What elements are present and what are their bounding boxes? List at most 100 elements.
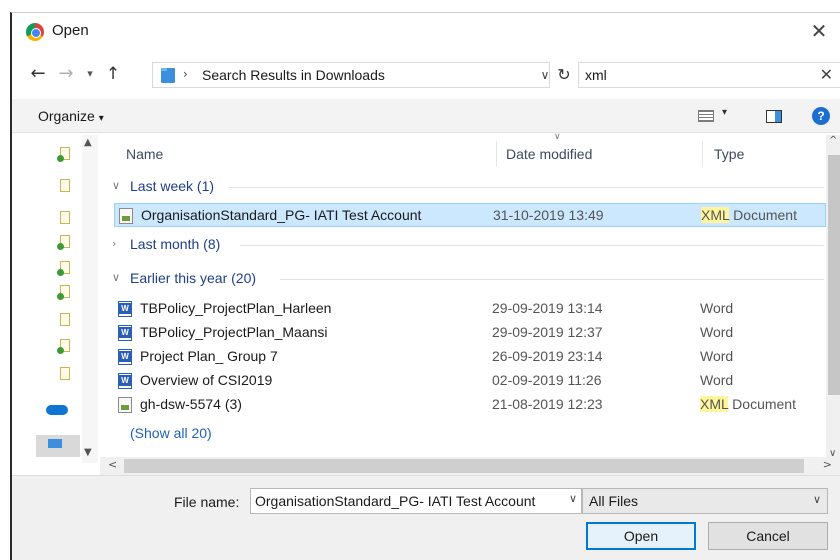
file-list-vertical-scrollbar[interactable]: ^ ∨ bbox=[826, 135, 840, 459]
file-type: Word bbox=[700, 372, 733, 388]
nav-file-synced-icon[interactable] bbox=[57, 339, 70, 354]
file-date: 29-09-2019 12:37 bbox=[492, 324, 603, 340]
file-type-rest: Word bbox=[700, 300, 734, 316]
nav-file-icon[interactable] bbox=[60, 211, 70, 224]
word-file-icon bbox=[118, 349, 132, 365]
nav-file-icon[interactable] bbox=[60, 179, 70, 192]
file-date: 02-09-2019 11:26 bbox=[492, 372, 602, 388]
file-name: Project Plan_ Group 7 bbox=[140, 348, 278, 364]
file-row[interactable]: Overview of CSI2019 02-09-2019 11:26 Wor… bbox=[114, 369, 826, 393]
column-header-name[interactable]: Name bbox=[126, 146, 163, 162]
nav-file-synced-icon[interactable] bbox=[57, 235, 70, 250]
title-bar: Open ✕ bbox=[12, 13, 840, 49]
file-type-match: XML bbox=[701, 207, 730, 223]
group-expanded-chevron-icon: ∨ bbox=[112, 271, 121, 284]
file-date: 29-09-2019 13:14 bbox=[492, 300, 603, 316]
file-type-selected: All Files bbox=[589, 493, 639, 509]
organize-caret-icon: ▾ bbox=[98, 113, 104, 124]
help-icon[interactable]: ? bbox=[812, 107, 830, 125]
file-name-field[interactable]: OrganisationStandard_PG- IATI Test Accou… bbox=[250, 488, 582, 514]
file-row-selected[interactable]: OrganisationStandard_PG- IATI Test Accou… bbox=[114, 203, 826, 227]
file-date: 26-09-2019 23:14 bbox=[492, 348, 603, 364]
horizontal-scrollbar[interactable]: < > bbox=[100, 457, 840, 475]
column-header-date-modified[interactable]: Date modified bbox=[506, 146, 592, 162]
group-expanded-chevron-icon: ∨ bbox=[112, 179, 121, 192]
scroll-up-icon[interactable]: ^ bbox=[829, 135, 837, 146]
clear-search-icon[interactable]: ✕ bbox=[820, 65, 833, 84]
group-header-last-week[interactable]: ∨ Last week (1) bbox=[100, 175, 826, 199]
close-icon[interactable]: ✕ bbox=[804, 17, 834, 45]
nav-pane-scrollbar[interactable]: ▲ ▼ bbox=[82, 135, 98, 463]
group-header-earlier-this-year[interactable]: ∨ Earlier this year (20) bbox=[100, 267, 826, 291]
address-bar[interactable]: › Search Results in Downloads bbox=[152, 62, 550, 88]
show-all-link[interactable]: (Show all 20) bbox=[130, 425, 212, 441]
nav-file-icon[interactable] bbox=[60, 367, 70, 380]
file-row[interactable]: TBPolicy_ProjectPlan_Harleen 29-09-2019 … bbox=[114, 297, 826, 321]
xml-file-icon bbox=[119, 208, 133, 224]
file-type-match: XML bbox=[700, 396, 729, 412]
file-row[interactable]: TBPolicy_ProjectPlan_Maansi 29-09-2019 1… bbox=[114, 321, 826, 345]
file-name: TBPolicy_ProjectPlan_Harleen bbox=[140, 300, 332, 316]
navigation-pane[interactable]: ▲ ▼ bbox=[12, 135, 98, 463]
file-name: gh-dsw-5574 (3) bbox=[140, 396, 242, 412]
dialog-footer: File name: OrganisationStandard_PG- IATI… bbox=[12, 475, 840, 560]
recent-locations-chevron-icon[interactable]: ▾ bbox=[82, 63, 98, 85]
group-label: Earlier this year (20) bbox=[130, 270, 257, 286]
group-header-last-month[interactable]: › Last month (8) bbox=[100, 233, 826, 257]
search-box[interactable]: xml ✕ bbox=[578, 62, 840, 88]
nav-file-icon[interactable] bbox=[60, 313, 70, 326]
group-label: Last week (1) bbox=[130, 178, 215, 194]
scroll-right-icon[interactable]: > bbox=[823, 458, 832, 471]
command-bar: Organize ▾ ▾ ? bbox=[12, 99, 840, 133]
file-row[interactable]: gh-dsw-5574 (3) 21-08-2019 12:23 XML Doc… bbox=[114, 393, 826, 417]
scrollbar-thumb[interactable] bbox=[828, 155, 840, 395]
nav-file-synced-icon[interactable] bbox=[57, 261, 70, 276]
file-row[interactable]: Project Plan_ Group 7 26-09-2019 23:14 W… bbox=[114, 345, 826, 369]
change-view-button[interactable]: ▾ bbox=[698, 107, 738, 126]
open-file-dialog: Open ✕ ← → ▾ ↑ › Search Results in Downl… bbox=[10, 12, 840, 560]
address-dropdown-icon[interactable]: ∨ bbox=[536, 64, 554, 86]
nav-file-synced-icon[interactable] bbox=[57, 147, 70, 162]
window-title: Open bbox=[52, 22, 89, 39]
nav-file-synced-icon[interactable] bbox=[57, 285, 70, 300]
scroll-down-icon[interactable]: ▼ bbox=[84, 447, 92, 458]
details-view-icon bbox=[698, 110, 714, 122]
file-type: Word bbox=[700, 300, 733, 316]
up-arrow-icon[interactable]: ↑ bbox=[102, 63, 124, 85]
file-name-label: File name: bbox=[174, 494, 240, 510]
onedrive-icon[interactable] bbox=[46, 405, 68, 415]
column-header-type[interactable]: Type bbox=[714, 146, 744, 162]
this-pc-icon[interactable] bbox=[36, 435, 80, 457]
file-type-select[interactable]: All Files ∨ bbox=[582, 488, 828, 514]
file-type: XML Document bbox=[700, 396, 796, 412]
breadcrumb[interactable]: Search Results in Downloads bbox=[202, 67, 385, 83]
refresh-icon[interactable]: ↻ bbox=[553, 64, 575, 86]
view-caret-icon: ▾ bbox=[722, 107, 728, 118]
word-file-icon bbox=[118, 301, 132, 317]
group-label: Last month (8) bbox=[130, 236, 221, 252]
file-type: Word bbox=[700, 348, 733, 364]
file-date: 21-08-2019 12:23 bbox=[492, 396, 603, 412]
file-name: TBPolicy_ProjectPlan_Maansi bbox=[140, 324, 328, 340]
group-divider bbox=[228, 187, 824, 188]
file-type: XML Document bbox=[701, 207, 797, 223]
chrome-icon bbox=[26, 23, 44, 41]
file-type-rest: Word bbox=[700, 348, 734, 364]
column-divider[interactable] bbox=[702, 141, 703, 167]
breadcrumb-chevron-icon[interactable]: › bbox=[183, 67, 188, 81]
cancel-button[interactable]: Cancel bbox=[708, 522, 828, 550]
file-name-value[interactable]: OrganisationStandard_PG- IATI Test Accou… bbox=[255, 493, 561, 509]
file-name-dropdown-icon[interactable]: ∨ bbox=[569, 492, 577, 505]
back-arrow-icon[interactable]: ← bbox=[26, 63, 50, 85]
preview-pane-icon[interactable] bbox=[766, 110, 782, 123]
scrollbar-thumb[interactable] bbox=[124, 459, 804, 473]
scroll-left-icon[interactable]: < bbox=[108, 458, 117, 471]
sort-indicator-icon: ∨ bbox=[554, 132, 561, 142]
open-button[interactable]: Open bbox=[586, 522, 696, 550]
search-input[interactable]: xml bbox=[585, 67, 607, 83]
forward-arrow-icon[interactable]: → bbox=[54, 63, 78, 85]
organize-button[interactable]: Organize ▾ bbox=[38, 108, 104, 124]
file-type-dropdown-icon[interactable]: ∨ bbox=[813, 493, 821, 506]
column-divider[interactable] bbox=[496, 141, 497, 167]
scroll-up-icon[interactable]: ▲ bbox=[84, 137, 92, 148]
